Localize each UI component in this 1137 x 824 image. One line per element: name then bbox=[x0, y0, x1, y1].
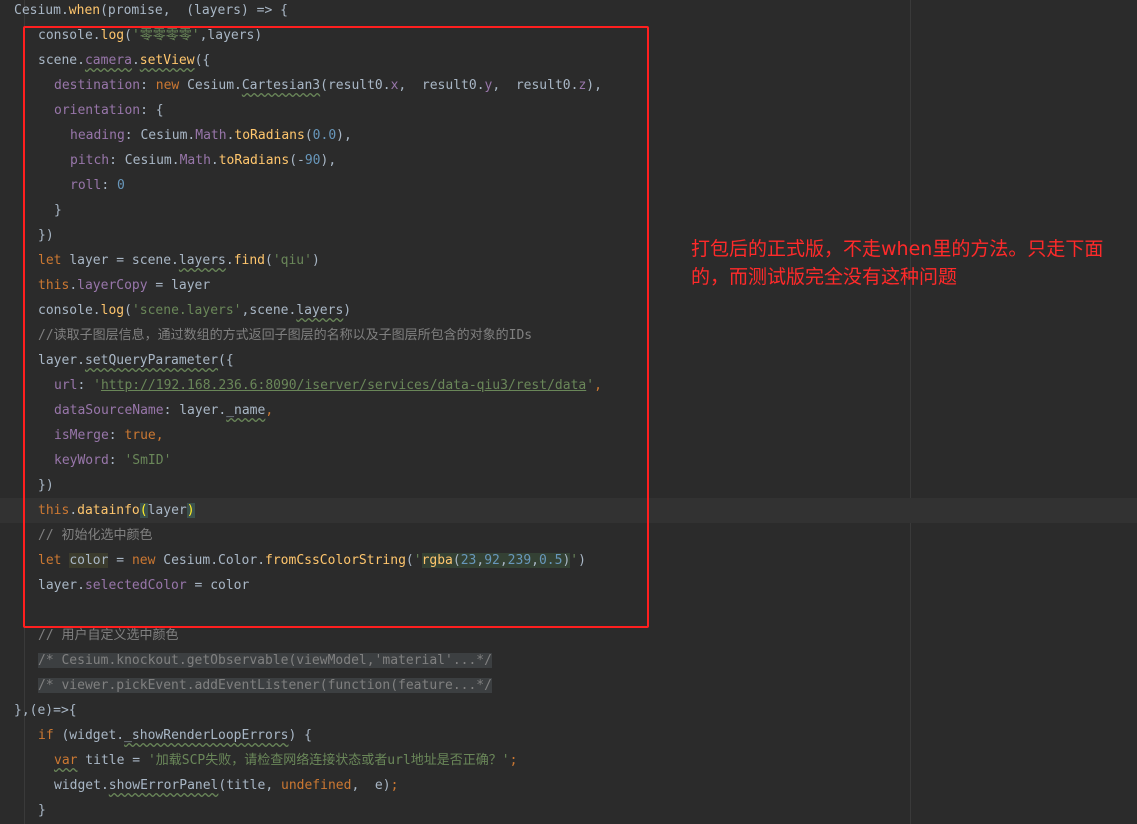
code-token: ; bbox=[509, 753, 518, 768]
highlight-box bbox=[23, 26, 649, 628]
code-token: title = bbox=[77, 753, 148, 768]
code-line[interactable]: if (widget._showRenderLoopErrors) { bbox=[0, 723, 1137, 748]
code-token: if bbox=[38, 728, 62, 743]
code-token: showErrorPanel bbox=[108, 778, 219, 793]
code-token: (widget. bbox=[61, 728, 125, 743]
code-token: , e) bbox=[351, 778, 391, 793]
code-line[interactable]: widget.showErrorPanel(title, undefined, … bbox=[0, 773, 1137, 798]
code-line[interactable]: var title = '加载SCP失败，请检查网络连接状态或者url地址是否正… bbox=[0, 748, 1137, 773]
code-line[interactable]: /* Cesium.knockout.getObservable(viewMod… bbox=[0, 648, 1137, 673]
code-token: Cesium. bbox=[14, 3, 69, 18]
code-line[interactable]: Cesium.when(promise, (layers) => { bbox=[0, 0, 1137, 23]
code-editor[interactable]: Cesium.when(promise, (layers) => {consol… bbox=[0, 0, 1137, 824]
code-token: '加载SCP失败，请检查网络连接状态或者url地址是否正确？' bbox=[147, 753, 510, 768]
code-token: var bbox=[54, 753, 78, 768]
code-token: /* Cesium.knockout.getObservable(viewMod… bbox=[38, 653, 492, 668]
code-token: when bbox=[68, 3, 101, 18]
code-token: // 用户自定义选中颜色 bbox=[38, 628, 179, 643]
code-token: undefined bbox=[281, 778, 352, 793]
code-token: },(e)=>{ bbox=[14, 703, 77, 718]
code-line[interactable]: } bbox=[0, 798, 1137, 823]
code-token: (promise, (layers) => { bbox=[100, 3, 288, 18]
code-token: } bbox=[38, 803, 46, 818]
code-token: ) { bbox=[288, 728, 312, 743]
code-line[interactable]: /* viewer.pickEvent.addEventListener(fun… bbox=[0, 673, 1137, 698]
code-token: /* viewer.pickEvent.addEventListener(fun… bbox=[38, 678, 492, 693]
code-token: widget. bbox=[54, 778, 109, 793]
code-token: ; bbox=[390, 778, 399, 793]
code-token: _showRenderLoopErrors bbox=[124, 728, 289, 743]
code-token: (title, bbox=[218, 778, 281, 793]
code-line[interactable]: },(e)=>{ bbox=[0, 698, 1137, 723]
annotation-text: 打包后的正式版，不走when里的方法。只走下面的，而测试版完全没有这种问题 bbox=[691, 238, 1104, 288]
